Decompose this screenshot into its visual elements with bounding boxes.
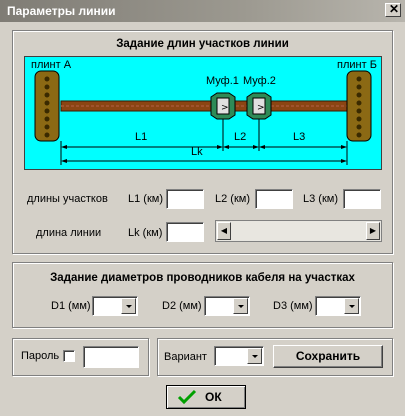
diameters-group-title: Задание диаметров проводников кабеля на … — [50, 272, 355, 284]
d2-label: D2 (мм) — [162, 300, 202, 312]
variant-label: Вариант — [164, 351, 207, 363]
l1-label: L1 (км) — [128, 193, 163, 205]
lengths-group-title: Задание длин участков линии — [116, 38, 289, 50]
lk-input[interactable] — [166, 222, 204, 242]
window-title: Параметры линии — [7, 4, 116, 18]
d1-label: D1 (мм) — [51, 300, 91, 312]
l2-input[interactable] — [255, 189, 293, 209]
l3-input[interactable] — [343, 189, 381, 209]
close-button[interactable]: ✕ — [385, 2, 401, 17]
plinth-a-label: плинт А — [31, 59, 72, 71]
password-label: Пароль — [21, 350, 60, 362]
diameters-group: Задание диаметров проводников кабеля на … — [12, 262, 393, 328]
check-icon — [177, 389, 197, 405]
scroll-right-button[interactable]: ▶ — [366, 222, 380, 240]
plinth-b-label: плинт Б — [337, 59, 377, 71]
coupling-2-icon: > — [246, 92, 272, 120]
d3-label: D3 (мм) — [273, 300, 313, 312]
cable-diagram-svg: > > — [34, 70, 372, 165]
variant-select[interactable] — [214, 346, 264, 366]
cable — [60, 100, 350, 112]
ok-button[interactable]: ОК — [166, 385, 246, 409]
d2-select[interactable] — [204, 296, 250, 316]
ok-label: ОК — [205, 390, 222, 404]
save-button[interactable]: Сохранить — [273, 345, 383, 368]
password-input[interactable] — [83, 346, 139, 368]
d3-select[interactable] — [315, 296, 361, 316]
dim-lk-label: Lk — [191, 146, 203, 158]
l3-label: L3 (км) — [303, 193, 338, 205]
chevron-down-icon[interactable] — [121, 298, 136, 314]
svg-text:>: > — [221, 103, 229, 113]
chevron-down-icon[interactable] — [344, 298, 359, 314]
scroll-left-button[interactable]: ◀ — [217, 222, 231, 240]
dim-l2-label: L2 — [234, 131, 247, 143]
l1-input[interactable] — [166, 189, 204, 209]
line-length-label: длина линии — [36, 227, 102, 239]
segments-label: длины участков — [27, 193, 108, 205]
password-checkbox[interactable] — [63, 350, 75, 362]
dim-l3-label: L3 — [293, 131, 306, 143]
coupling-2-label: Муф.2 — [243, 75, 276, 87]
chevron-down-icon[interactable] — [233, 298, 248, 314]
lk-scrollbar[interactable]: ◀ ▶ — [215, 220, 382, 242]
lk-label: Lk (км) — [128, 227, 163, 239]
l2-label: L2 (км) — [215, 193, 250, 205]
chevron-down-icon[interactable] — [247, 348, 262, 364]
cable-diagram: > > плинт А плинт Б Муф.1 Муф.2 L1 L2 L3… — [24, 56, 382, 170]
svg-text:>: > — [257, 103, 265, 113]
coupling-1-label: Муф.1 — [206, 75, 239, 87]
coupling-1-icon: > — [210, 92, 236, 120]
dim-l1-label: L1 — [135, 131, 148, 143]
d1-select[interactable] — [92, 296, 138, 316]
close-icon: ✕ — [389, 2, 400, 16]
title-bar: Параметры линии ✕ — [0, 0, 405, 22]
